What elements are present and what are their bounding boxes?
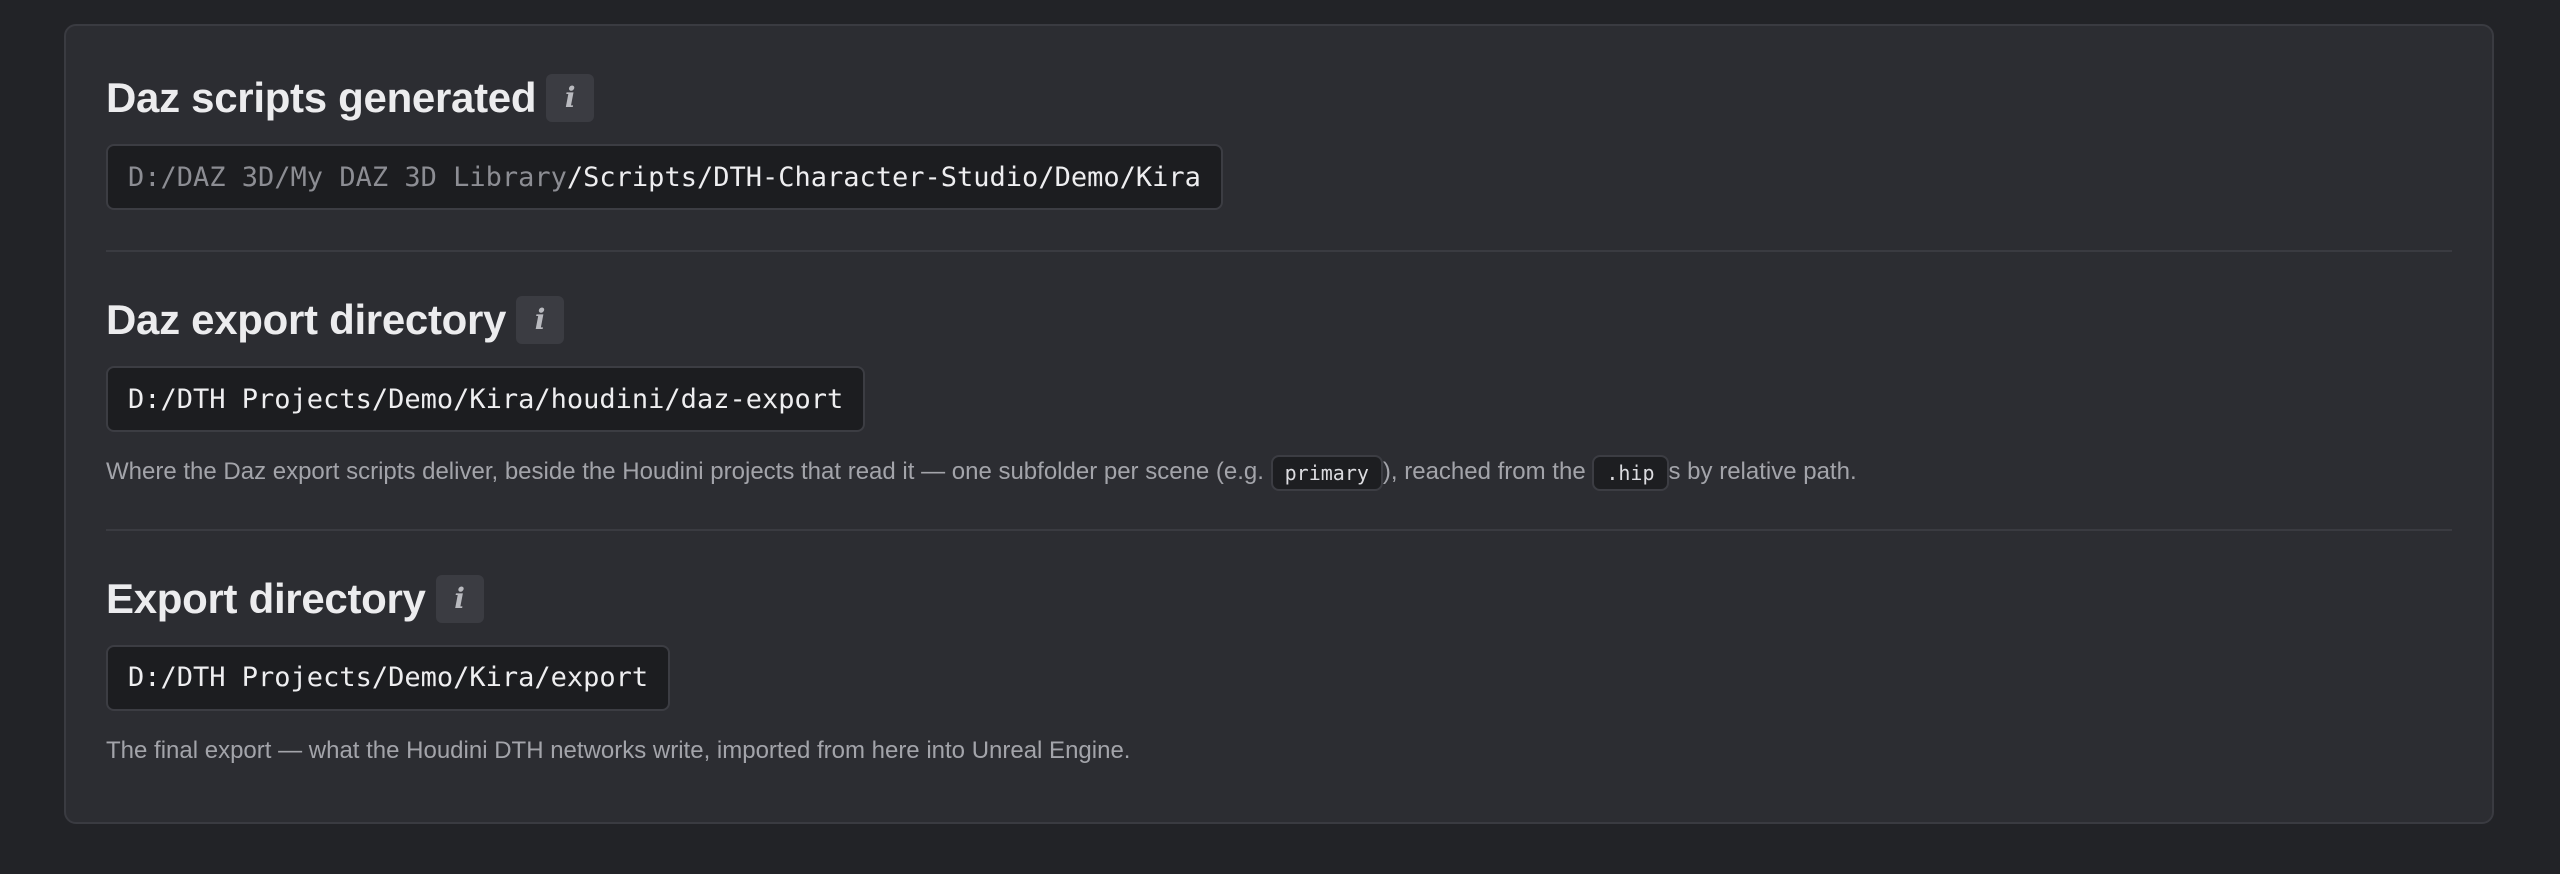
info-icon[interactable]: i [516,296,565,344]
info-glyph: i [454,581,465,615]
daz-scripts-heading-row: Daz scripts generated i [106,68,2452,128]
daz-export-title: Daz export directory [106,296,507,343]
daz-scripts-path-suffix: /Scripts/DTH-Character-Studio/Demo/Kira [566,161,1201,193]
export-title: Export directory [106,574,426,622]
export-description: The final export — what the Houdini DTH … [106,736,1131,764]
section-divider [106,528,2452,531]
daz-export-section: Daz export directory i D:/DTH Projects/D… [106,290,2452,491]
code-chip-hip: .hip [1592,454,1669,491]
code-chip-primary: primary [1270,454,1383,491]
info-glyph: i [534,303,546,336]
daz-export-desc-text-2: ), reached from the [1382,458,1593,485]
daz-scripts-section: Daz scripts generated i D:/DAZ 3D/My DAZ… [106,68,2452,210]
daz-scripts-path-prefix: D:/DAZ 3D/My DAZ 3D Library [128,161,567,193]
info-icon[interactable]: i [546,74,595,122]
daz-export-path: D:/DTH Projects/Demo/Kira/houdini/daz-ex… [128,383,844,415]
daz-export-heading-row: Daz export directory i [106,290,2452,350]
export-path: D:/DTH Projects/Demo/Kira/export [128,662,649,694]
export-path-field[interactable]: D:/DTH Projects/Demo/Kira/export [106,644,671,711]
daz-export-desc-text-1: Where the Daz export scripts deliver, be… [106,458,1271,485]
daz-scripts-path-field[interactable]: D:/DAZ 3D/My DAZ 3D Library/Scripts/DTH-… [106,144,1223,210]
daz-scripts-title: Daz scripts generated [106,74,537,121]
info-glyph: i [564,81,576,114]
export-section: Export directory i D:/DTH Projects/Demo/… [106,569,2452,769]
daz-export-description: Where the Daz export scripts deliver, be… [106,454,2452,491]
info-icon[interactable]: i [435,574,484,623]
export-heading-row: Export directory i [106,569,2452,629]
daz-export-desc-text-3: s by relative path. [1668,458,1857,485]
section-divider [106,250,2452,252]
settings-panel: Daz scripts generated i D:/DAZ 3D/My DAZ… [64,24,2494,824]
daz-export-path-field[interactable]: D:/DTH Projects/Demo/Kira/houdini/daz-ex… [106,366,866,432]
